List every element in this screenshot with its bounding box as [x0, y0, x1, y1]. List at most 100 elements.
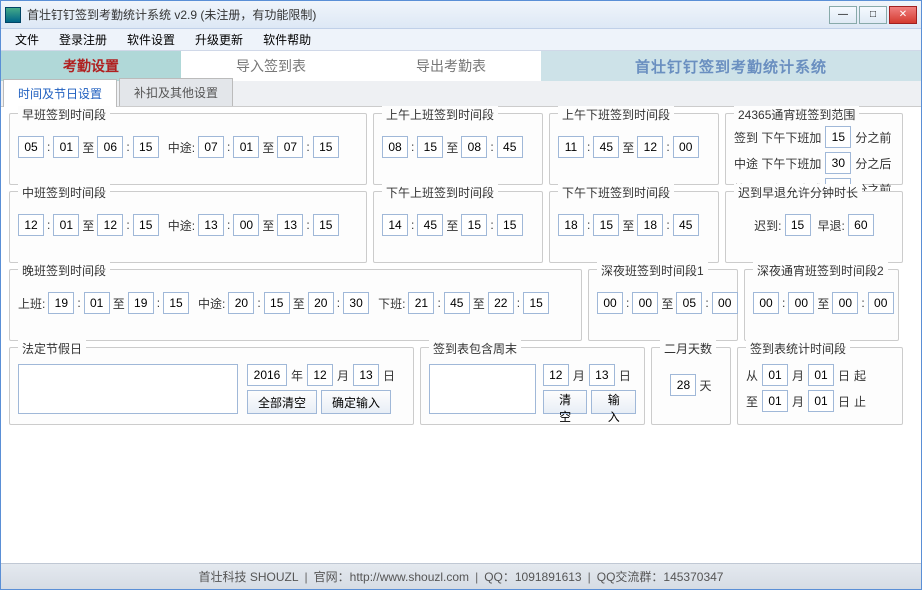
time-input[interactable]	[637, 136, 663, 158]
time-input[interactable]	[97, 214, 123, 236]
legend: 早班签到时间段	[18, 106, 110, 123]
day-input[interactable]	[808, 364, 834, 386]
year-input[interactable]	[247, 364, 287, 386]
time-input[interactable]	[632, 292, 658, 314]
footer-website[interactable]: 官网：http://www.shouzl.com	[314, 568, 469, 585]
time-input[interactable]	[313, 136, 339, 158]
time-input[interactable]	[343, 292, 369, 314]
time-input[interactable]	[53, 214, 79, 236]
day-input[interactable]	[808, 390, 834, 412]
legend: 中班签到时间段	[18, 184, 110, 201]
time-input[interactable]	[558, 214, 584, 236]
time-input[interactable]	[788, 292, 814, 314]
legend: 签到表包含周末	[429, 340, 521, 357]
month-input[interactable]	[762, 364, 788, 386]
time-input[interactable]	[382, 136, 408, 158]
time-input[interactable]	[308, 292, 334, 314]
time-input[interactable]	[673, 214, 699, 236]
group-pm-off: 下午下班签到时间段 : 至 :	[549, 191, 719, 263]
day-input[interactable]	[589, 364, 615, 386]
subtab-time-holiday[interactable]: 时间及节日设置	[3, 79, 117, 107]
window-title: 首壮钉钉签到考勤统计系统 v2.9 (未注册，有功能限制)	[27, 6, 829, 23]
group-late-early: 迟到早退允许分钟时长 迟到: 早退:	[725, 191, 903, 263]
menu-help[interactable]: 软件帮助	[255, 29, 319, 50]
time-input[interactable]	[593, 214, 619, 236]
time-input[interactable]	[488, 292, 514, 314]
time-input[interactable]	[417, 136, 443, 158]
minutes-input[interactable]	[825, 152, 851, 174]
time-input[interactable]	[198, 214, 224, 236]
time-input[interactable]	[712, 292, 738, 314]
early-minutes-input[interactable]	[848, 214, 874, 236]
time-input[interactable]	[128, 292, 154, 314]
tab-import[interactable]: 导入签到表	[181, 51, 361, 81]
time-input[interactable]	[868, 292, 894, 314]
time-input[interactable]	[277, 136, 303, 158]
group-feb-days: 二月天数 天	[651, 347, 731, 425]
time-input[interactable]	[133, 136, 159, 158]
maximize-button[interactable]: □	[859, 6, 887, 24]
time-input[interactable]	[53, 136, 79, 158]
tab-export[interactable]: 导出考勤表	[361, 51, 541, 81]
time-input[interactable]	[597, 292, 623, 314]
clear-button[interactable]: 清空	[543, 390, 588, 414]
legend: 深夜班签到时间段1	[597, 262, 708, 279]
time-input[interactable]	[48, 292, 74, 314]
weekend-textarea[interactable]	[429, 364, 536, 414]
day-input[interactable]	[353, 364, 379, 386]
time-input[interactable]	[313, 214, 339, 236]
menu-update[interactable]: 升级更新	[187, 29, 251, 50]
time-input[interactable]	[832, 292, 858, 314]
menu-settings[interactable]: 软件设置	[119, 29, 183, 50]
time-input[interactable]	[228, 292, 254, 314]
time-input[interactable]	[753, 292, 779, 314]
late-minutes-input[interactable]	[785, 214, 811, 236]
time-input[interactable]	[84, 292, 110, 314]
time-input[interactable]	[277, 214, 303, 236]
holiday-textarea[interactable]	[18, 364, 238, 414]
time-input[interactable]	[417, 214, 443, 236]
time-input[interactable]	[382, 214, 408, 236]
month-input[interactable]	[762, 390, 788, 412]
time-input[interactable]	[461, 214, 487, 236]
time-input[interactable]	[637, 214, 663, 236]
time-input[interactable]	[497, 136, 523, 158]
month-input[interactable]	[543, 364, 569, 386]
group-stats-range: 签到表统计时间段 从 月 日 起 至 月 日 止	[737, 347, 903, 425]
time-input[interactable]	[198, 136, 224, 158]
time-input[interactable]	[444, 292, 470, 314]
time-input[interactable]	[523, 292, 549, 314]
time-input[interactable]	[18, 136, 44, 158]
time-input[interactable]	[97, 136, 123, 158]
time-input[interactable]	[233, 214, 259, 236]
close-button[interactable]: ✕	[889, 6, 917, 24]
minutes-input[interactable]	[825, 126, 851, 148]
confirm-input-button[interactable]: 确定输入	[321, 390, 391, 414]
time-input[interactable]	[461, 136, 487, 158]
group-am-off: 上午下班签到时间段 : 至 :	[549, 113, 719, 185]
feb-days-input[interactable]	[670, 374, 696, 396]
time-input[interactable]	[133, 214, 159, 236]
time-input[interactable]	[558, 136, 584, 158]
subtab-deduction-other[interactable]: 补扣及其他设置	[119, 78, 233, 106]
menu-file[interactable]: 文件	[7, 29, 47, 50]
clear-all-button[interactable]: 全部清空	[247, 390, 317, 414]
time-input[interactable]	[163, 292, 189, 314]
window-buttons: — □ ✕	[829, 6, 917, 24]
time-input[interactable]	[408, 292, 434, 314]
time-input[interactable]	[676, 292, 702, 314]
time-input[interactable]	[18, 214, 44, 236]
tab-attendance-settings[interactable]: 考勤设置	[1, 51, 181, 81]
content-area: 早班签到时间段 : 至 : 中途: : 至 : 上午上班签到时间段	[1, 107, 921, 435]
month-input[interactable]	[307, 364, 333, 386]
menu-login[interactable]: 登录注册	[51, 29, 115, 50]
legend: 迟到早退允许分钟时长	[734, 184, 862, 201]
input-button[interactable]: 输入	[591, 390, 636, 414]
time-input[interactable]	[497, 214, 523, 236]
time-input[interactable]	[673, 136, 699, 158]
minimize-button[interactable]: —	[829, 6, 857, 24]
legend: 晚班签到时间段	[18, 262, 110, 279]
time-input[interactable]	[233, 136, 259, 158]
time-input[interactable]	[593, 136, 619, 158]
time-input[interactable]	[264, 292, 290, 314]
